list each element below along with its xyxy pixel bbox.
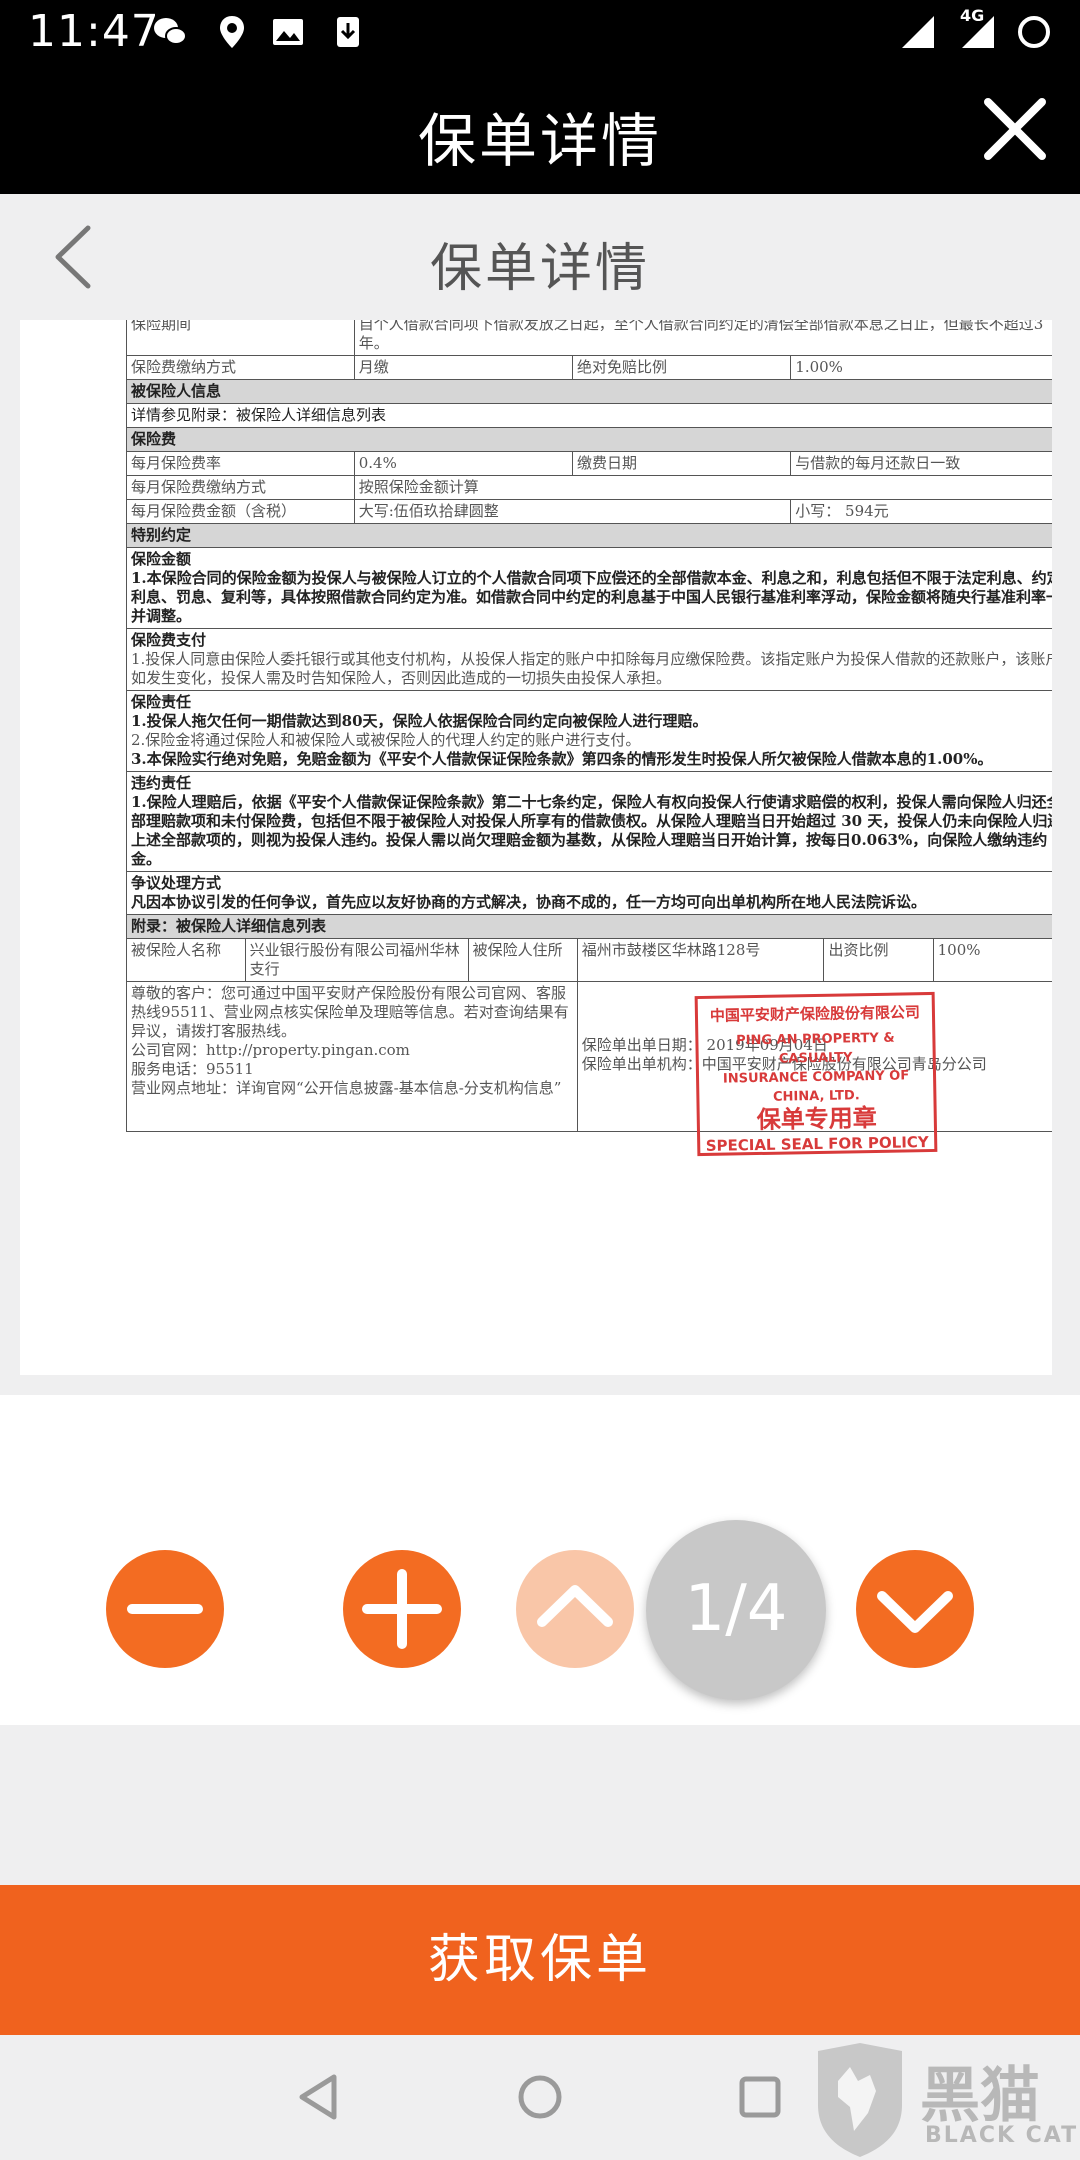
amount-small: 小写： 594元 — [790, 499, 1052, 524]
appendix-table: 被保险人名称 兴业银行股份有限公司福州华林支行 被保险人住所 福州市鼓楼区华林路… — [126, 938, 1052, 982]
gallery-icon — [273, 19, 303, 45]
rate-value: 0.4% — [353, 451, 574, 476]
footer-left: 尊敬的客户：您可通过中国平安财产保险股份有限公司官网、客服热线95511、营业网… — [126, 981, 578, 1132]
watermark-cn: 黑猫 — [920, 2061, 1040, 2131]
page-controls: 1/4 — [0, 1395, 1080, 1725]
status-time: 11:47 — [28, 6, 160, 57]
black-cat-logo-icon — [818, 2043, 902, 2157]
payment-value: 月缴 — [353, 355, 574, 380]
clause-text: 1.投保人拖欠任何一期借款达到80天，保险人依据保险合同约定向被保险人进行理赔。 — [131, 712, 708, 730]
clause-dispute: 争议处理方式 凡因本协议引发的任何争议，首先应以友好协商的方式解决，协商不成的，… — [126, 871, 1052, 915]
watermark: 黑猫 BLACK CAT — [810, 2041, 1080, 2159]
clause-title: 争议处理方式 — [131, 874, 222, 892]
spacer — [0, 1725, 1080, 1885]
insured-address-value: 福州市鼓楼区华林路128号 — [576, 938, 825, 982]
page-title: 保单详情 — [429, 239, 650, 299]
seal-cn: 中国平安财产保险股份有限公司 — [709, 1003, 921, 1025]
amount-label: 每月保险费金额（含税） — [126, 499, 355, 524]
policy-seal: 中国平安财产保险股份有限公司 PING AN PROPERTY & CASUAL… — [694, 991, 938, 1157]
footer-website: 公司官网：http://property.pingan.com — [131, 1041, 410, 1059]
policy-document: 保险期间 自个人借款合同项下借款发放之日起，至个人借款合同约定的清偿全部借款本息… — [126, 320, 1052, 1157]
share-value: 100% — [932, 938, 1052, 982]
watermark-en: BLACK CAT — [925, 2123, 1079, 2148]
amount-value: 大写:伍佰玖拾肆圆整 — [353, 499, 792, 524]
nav-recents-icon[interactable] — [730, 2067, 790, 2127]
document-viewer[interactable]: 保险期间 自个人借款合同项下借款发放之日起，至个人借款合同约定的清偿全部借款本息… — [0, 320, 1080, 1395]
get-policy-button[interactable]: 获取保单 — [0, 1885, 1080, 2035]
status-bar: 11:47 4G — [0, 0, 1080, 64]
zoom-in-button[interactable] — [343, 1550, 461, 1668]
pay-date-label: 缴费日期 — [572, 451, 792, 476]
seal-cn2: 保单专用章 — [756, 1103, 878, 1135]
rate-label: 每月保险费率 — [126, 451, 355, 476]
document-page: 保险期间 自个人借款合同项下借款发放之日起，至个人借款合同约定的清偿全部借款本息… — [20, 320, 1052, 1375]
footer-phone: 服务电话：95511 — [131, 1060, 254, 1078]
minus-icon — [127, 1604, 203, 1614]
payment-label: 保险费缴纳方式 — [126, 355, 355, 380]
title-bar: 保单详情 — [0, 64, 1080, 194]
deductible-value: 1.00% — [790, 355, 1052, 380]
insured-name-label: 被保险人名称 — [126, 938, 246, 982]
footer-address: 营业网点地址：详询官网“公开信息披露-基本信息-分支机构信息” — [131, 1079, 562, 1097]
clause-text: 凡因本协议引发的任何争议，首先应以友好协商的方式解决，协商不成的，任一方均可向出… — [131, 893, 927, 911]
navigation-bar: 黑猫 BLACK CAT — [0, 2035, 1080, 2160]
clause-amount: 保险金额 1.本保险合同的保险金额为投保人与被保险人订立的个人借款合同项下应偿还… — [126, 547, 1052, 629]
previous-page-button[interactable] — [516, 1550, 634, 1668]
insured-name-value: 兴业银行股份有限公司福州华林支行 — [244, 938, 469, 982]
close-icon[interactable] — [978, 92, 1052, 166]
clause-text: 1.投保人同意由保险人委托银行或其他支付机构，从投保人指定的账户中扣除每月应缴保… — [131, 650, 1052, 687]
seal-en1: PING AN PROPERTY & CASUALTY — [736, 1030, 895, 1067]
clause-title: 保险责任 — [131, 693, 192, 711]
clause-liability: 保险责任 1.投保人拖欠任何一期借款达到80天，保险人依据保险合同约定向被保险人… — [126, 690, 1052, 772]
clause-payment: 保险费支付 1.投保人同意由保险人委托银行或其他支付机构，从投保人指定的账户中扣… — [126, 628, 1052, 691]
chevron-up-icon — [537, 1585, 613, 1627]
clause-text: 2.保险金将通过保险人和被保险人或被保险人的代理人约定的账户进行支付。 — [131, 731, 641, 749]
pay-date-value: 与借款的每月还款日一致 — [790, 451, 1052, 476]
nav-back-icon[interactable] — [290, 2067, 350, 2127]
signal-icon — [902, 16, 934, 48]
page-indicator: 1/4 — [646, 1520, 826, 1700]
section-appendix: 附录：被保险人详细信息列表 — [126, 914, 1052, 939]
page-indicator-text: 1/4 — [684, 1572, 788, 1646]
period-value: 自个人借款合同项下借款发放之日起，至个人借款合同约定的清偿全部借款本息之日止，但… — [353, 320, 1052, 356]
chevron-down-icon — [877, 1591, 953, 1633]
next-page-button[interactable] — [856, 1550, 974, 1668]
location-icon — [220, 16, 244, 48]
seal-en2: INSURANCE COMPANY OF CHINA, LTD. — [722, 1068, 910, 1105]
insured-note: 详情参见附录：被保险人详细信息列表 — [126, 403, 1052, 428]
section-insured: 被保险人信息 — [126, 379, 1052, 404]
seal-en3: SPECIAL SEAL FOR POLICY — [705, 1133, 929, 1155]
zoom-out-button[interactable] — [106, 1550, 224, 1668]
clause-title: 违约责任 — [131, 774, 192, 792]
page-header: 保单详情 — [0, 194, 1080, 320]
clause-text: 1.本保险合同的保险金额为投保人与被保险人订立的个人借款合同项下应偿还的全部借款… — [131, 569, 1052, 625]
battery-icon — [1018, 16, 1050, 48]
section-premium: 保险费 — [126, 427, 1052, 452]
clause-title: 保险费支付 — [131, 631, 207, 649]
deductible-label: 绝对免赔比例 — [572, 355, 792, 380]
clause-breach: 违约责任 1.保险人理赔后，依据《平安个人借款保证保险条款》第二十七条约定，保险… — [126, 771, 1052, 872]
method-label: 每月保险费缴纳方式 — [126, 475, 355, 500]
clause-text: 1.保险人理赔后，依据《平安个人借款保证保险条款》第二十七条约定，保险人有权向投… — [131, 793, 1052, 868]
share-label: 出资比例 — [823, 938, 934, 982]
clause-title: 保险金额 — [131, 550, 192, 568]
section-special: 特别约定 — [126, 523, 1052, 548]
clause-text: 3.本保险实行绝对免赔，免赔金额为《平安个人借款保证保险条款》第四条的情形发生时… — [131, 750, 993, 768]
download-icon — [337, 17, 359, 47]
wechat-icon — [154, 18, 187, 45]
window-title: 保单详情 — [417, 107, 662, 175]
policy-table: 保险期间 自个人借款合同项下借款发放之日起，至个人借款合同约定的清偿全部借款本息… — [126, 320, 1052, 939]
insured-address-label: 被保险人住所 — [467, 938, 578, 982]
plus-icon — [362, 1569, 442, 1649]
nav-home-icon[interactable] — [510, 2067, 570, 2127]
method-value: 按照保险金额计算 — [353, 475, 1052, 500]
signal-4g-icon — [962, 16, 994, 48]
footer-text: 尊敬的客户：您可通过中国平安财产保险股份有限公司官网、客服热线95511、营业网… — [131, 984, 569, 1040]
period-label: 保险期间 — [126, 320, 355, 356]
